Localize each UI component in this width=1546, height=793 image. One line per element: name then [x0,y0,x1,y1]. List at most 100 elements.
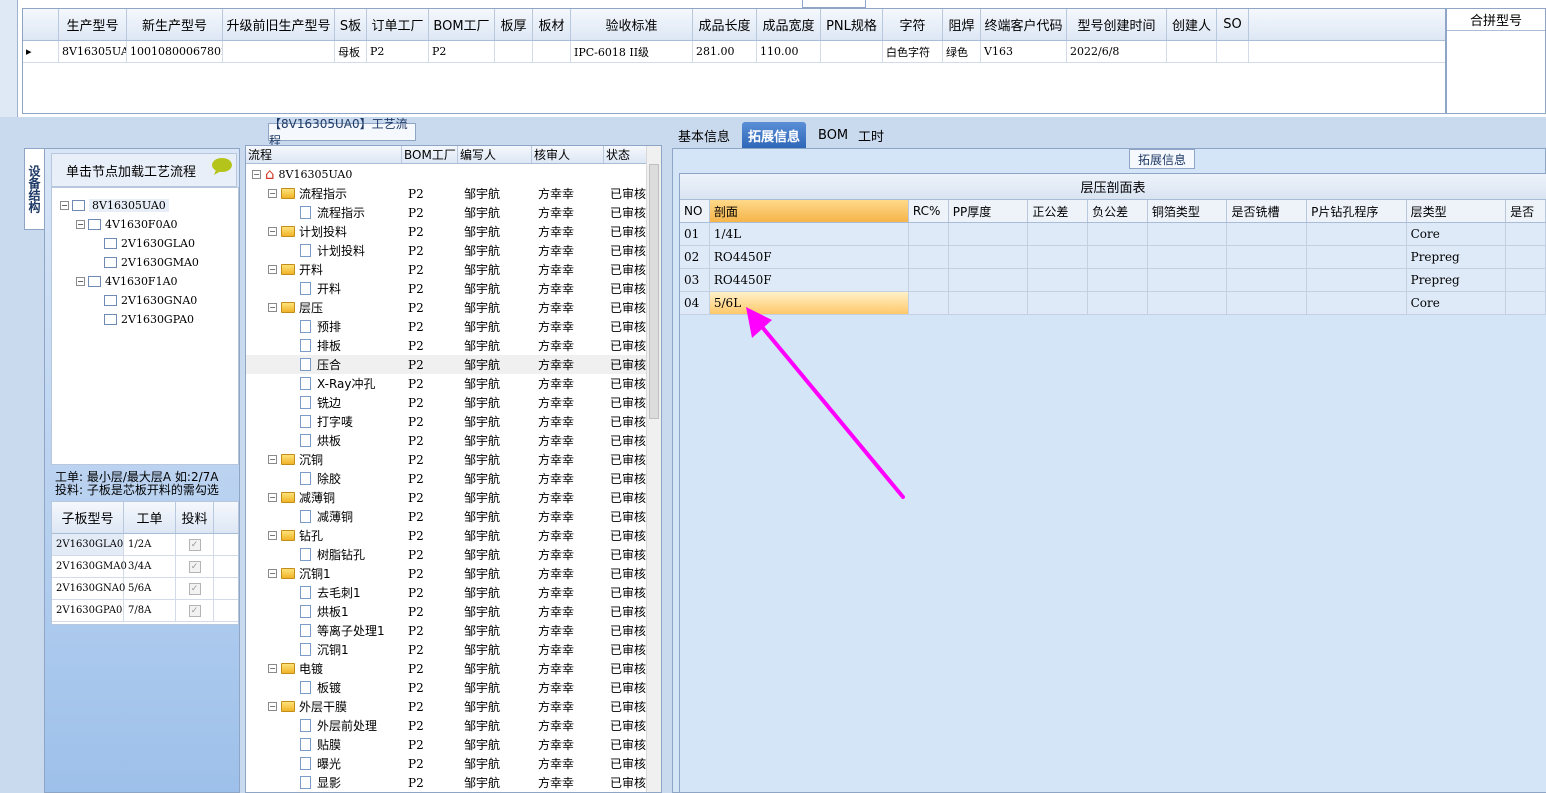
tree-node[interactable]: − 4V1630F0A0 [76,215,178,233]
tab-basic-info[interactable]: 基本信息 [672,122,736,148]
order-col-header[interactable]: 板材 [533,9,571,40]
order-cell[interactable] [821,41,883,62]
sub-board-row[interactable]: 2V1630GMA0 3/4A ✓ [52,556,238,578]
tree-node[interactable]: 2V1630GNA0 [92,291,197,309]
flow-row-group[interactable]: − 钻孔 P2 邹宇航 方幸幸 已审核 [246,526,661,545]
flow-node[interactable]: 计划投料 [246,242,365,259]
lamination-row[interactable]: 02 RO4450F Prepreg [680,246,1546,269]
flow-col-header[interactable]: BOM工厂 [402,146,458,163]
flow-col-header[interactable]: 流程 [246,146,402,163]
flow-scrollbar-thumb[interactable] [649,164,659,419]
lamination-col-header[interactable]: 正公差 [1028,200,1089,222]
order-col-header[interactable]: 阻焊 [943,9,981,40]
tree-node[interactable]: − 8V16305UA0 [60,196,169,214]
order-col-header[interactable]: 生产型号 [59,9,127,40]
collapse-toggle-icon[interactable]: − [76,276,85,286]
order-cell[interactable] [495,41,533,62]
order-grid-row[interactable]: ▸8V16305UA010010800067802母板P2P2IPC-6018 … [23,41,1445,63]
flow-row-group[interactable]: − 开料 P2 邹宇航 方幸幸 已审核 [246,260,661,279]
lamination-col-header[interactable]: NO [680,200,710,222]
lamination-cell[interactable]: Prepreg [1406,269,1507,291]
speech-bubble-icon[interactable] [211,157,233,175]
lamination-col-header[interactable]: 铜箔类型 [1148,200,1228,222]
collapse-toggle-icon[interactable]: − [76,219,85,229]
tab-bom[interactable]: BOM [812,122,854,148]
flow-node[interactable]: 树脂钻孔 [246,546,365,563]
lamination-cell[interactable]: Core [1406,292,1507,314]
lamination-col-header[interactable]: RC% [909,200,949,222]
order-col-header[interactable]: 验收标准 [571,9,693,40]
collapse-toggle-icon[interactable]: − [268,493,277,502]
lamination-cell[interactable] [1147,292,1228,314]
order-cell[interactable] [1167,41,1217,62]
order-cell[interactable]: 绿色 [943,41,981,62]
flow-row-step[interactable]: 沉铜1 P2 邹宇航 方幸幸 已审核 [246,640,661,659]
order-cell[interactable]: 110.00 [757,41,821,62]
tab-work-hours[interactable]: 工时 [852,122,890,148]
lamination-cell[interactable]: RO4450F [709,246,909,268]
flow-row-group[interactable]: − 流程指示 P2 邹宇航 方幸幸 已审核 [246,184,661,203]
order-cell[interactable]: 281.00 [693,41,757,62]
lamination-cell[interactable] [1088,223,1148,245]
flow-row-step[interactable]: 铣边 P2 邹宇航 方幸幸 已审核 [246,393,661,412]
collapse-toggle-icon[interactable]: − [268,189,277,198]
lamination-row[interactable]: 03 RO4450F Prepreg [680,269,1546,292]
flow-node[interactable]: 贴膜 [246,736,341,753]
flow-row-step[interactable]: 曝光 P2 邹宇航 方幸幸 已审核 [246,754,661,773]
order-cell[interactable]: 10010800067802 [127,41,223,62]
order-col-header[interactable]: 终端客户代码 [981,9,1067,40]
lamination-cell[interactable] [1227,269,1308,291]
flow-node[interactable]: 烘板 [246,432,341,449]
flow-row-step[interactable]: 计划投料 P2 邹宇航 方幸幸 已审核 [246,241,661,260]
lamination-row[interactable]: 04 5/6L Core [680,292,1546,315]
flow-row-group[interactable]: − 沉铜 P2 邹宇航 方幸幸 已审核 [246,450,661,469]
lamination-col-header[interactable]: 负公差 [1088,200,1148,222]
flow-node[interactable]: 流程指示 [246,204,365,221]
lamination-cell[interactable] [1307,269,1407,291]
panel-splitter[interactable] [664,118,672,793]
collapse-toggle-icon[interactable]: − [268,265,277,274]
feed-checkbox[interactable]: ✓ [188,582,201,595]
lamination-cell[interactable] [1028,269,1089,291]
collapse-toggle-icon[interactable]: − [60,200,69,210]
flow-row-step[interactable]: 开料 P2 邹宇航 方幸幸 已审核 [246,279,661,298]
order-cell[interactable]: 白色字符 [883,41,943,62]
order-cell[interactable] [223,41,335,62]
lamination-cell[interactable] [1028,223,1089,245]
order-cell[interactable]: 2022/6/8 [1067,41,1167,62]
order-cell[interactable] [533,41,571,62]
flow-node[interactable]: − 开料 [246,261,323,278]
lamination-cell[interactable] [948,223,1029,245]
lamination-cell[interactable] [1506,292,1546,314]
order-col-header[interactable]: 升级前旧生产型号 [223,9,335,40]
flow-col-header[interactable]: 核审人 [532,146,604,163]
lamination-cell[interactable] [1307,246,1407,268]
order-cell[interactable]: 8V16305UA0 [59,41,127,62]
lamination-cell[interactable] [948,269,1029,291]
flow-node[interactable]: 去毛刺1 [246,584,361,601]
flow-row-step[interactable]: 打字唛 P2 邹宇航 方幸幸 已审核 [246,412,661,431]
collapse-toggle-icon[interactable]: − [268,227,277,236]
flow-node[interactable]: 等离子处理1 [246,622,385,639]
collapse-toggle-icon[interactable]: − [268,569,277,578]
order-cell[interactable] [1217,41,1249,62]
lamination-cell[interactable] [1147,269,1228,291]
flow-row-group[interactable]: − 层压 P2 邹宇航 方幸幸 已审核 [246,298,661,317]
lamination-col-header[interactable]: 是否铣槽 [1227,200,1308,222]
sub-board-row[interactable]: 2V1630GLA0 1/2A ✓ [52,534,238,556]
lamination-cell[interactable]: 04 [680,292,710,314]
order-col-header[interactable]: SO [1217,9,1249,40]
flow-node[interactable]: − 沉铜1 [246,565,331,582]
sidebar-tab-equipment-structure[interactable]: 设备结构 [24,148,44,230]
lamination-cell[interactable] [1307,292,1407,314]
tree-node[interactable]: 2V1630GLA0 [92,234,195,252]
flow-row-group[interactable]: − 外层干膜 P2 邹宇航 方幸幸 已审核 [246,697,661,716]
tree-node[interactable]: 2V1630GPA0 [92,310,194,328]
flow-row-step[interactable]: 烘板1 P2 邹宇航 方幸幸 已审核 [246,602,661,621]
flow-node[interactable]: 减薄铜 [246,508,353,525]
flow-row-group[interactable]: − 计划投料 P2 邹宇航 方幸幸 已审核 [246,222,661,241]
flow-node[interactable]: X-Ray冲孔 [246,375,375,392]
flow-node[interactable]: − 计划投料 [246,223,347,240]
flow-node[interactable]: − 层压 [246,299,323,316]
lamination-cell[interactable] [1147,223,1228,245]
